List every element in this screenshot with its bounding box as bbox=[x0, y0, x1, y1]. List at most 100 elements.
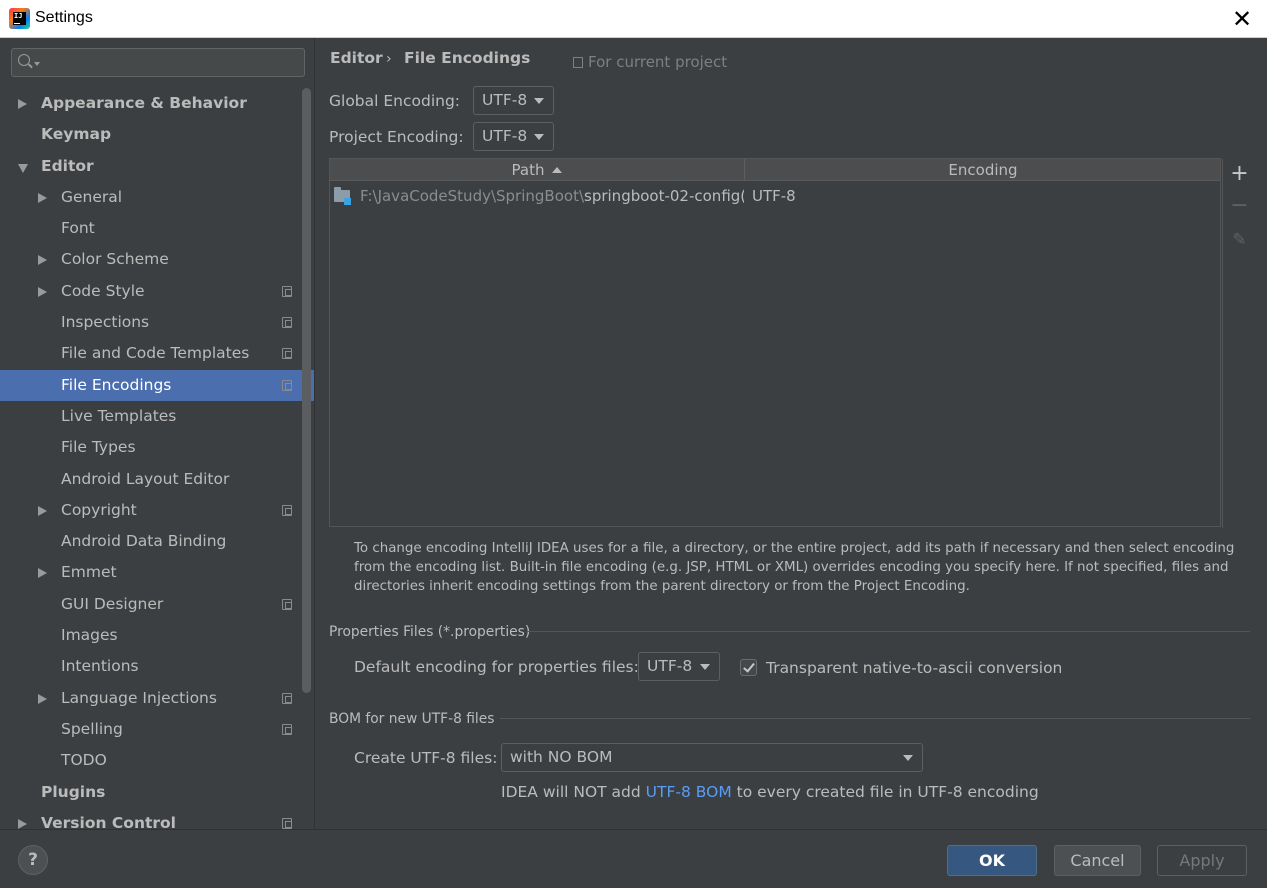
expanded-arrow-icon[interactable] bbox=[18, 163, 28, 173]
table-row[interactable]: F:\JavaCodeStudy\SpringBoot\springboot-0… bbox=[330, 183, 1220, 209]
sidebar-item-label: Editor bbox=[41, 156, 94, 175]
add-button[interactable]: + bbox=[1223, 159, 1256, 189]
sidebar-item-label: File Encodings bbox=[61, 375, 172, 394]
sidebar-item-spelling[interactable]: Spelling bbox=[0, 714, 314, 745]
sidebar-item-label: Spelling bbox=[61, 719, 123, 738]
sidebar-item-inspections[interactable]: Inspections bbox=[0, 307, 314, 338]
sidebar-item-color-scheme[interactable]: Color Scheme bbox=[0, 244, 314, 275]
default-properties-encoding-select[interactable]: UTF-8 bbox=[638, 652, 720, 681]
ok-button[interactable]: OK bbox=[947, 845, 1037, 876]
minus-icon: − bbox=[1230, 193, 1249, 218]
file-encodings-panel: Editor › File Encodings For current proj… bbox=[316, 38, 1267, 829]
global-encoding-value: UTF-8 bbox=[482, 91, 528, 109]
sort-ascending-icon bbox=[552, 167, 563, 173]
sidebar-item-images[interactable]: Images bbox=[0, 620, 314, 651]
chevron-down-icon bbox=[534, 98, 544, 104]
sidebar-item-editor[interactable]: Editor bbox=[0, 151, 314, 182]
sidebar-item-copyright[interactable]: Copyright bbox=[0, 495, 314, 526]
sidebar-item-label: Color Scheme bbox=[61, 250, 169, 269]
collapsed-arrow-icon[interactable] bbox=[18, 99, 27, 109]
sidebar-item-label: GUI Designer bbox=[61, 594, 164, 613]
sidebar-item-label: File and Code Templates bbox=[61, 344, 250, 363]
collapsed-arrow-icon[interactable] bbox=[38, 192, 47, 203]
plus-icon: + bbox=[1230, 161, 1249, 186]
sidebar-item-appearance-behavior[interactable]: Appearance & Behavior bbox=[0, 88, 314, 119]
sidebar-item-file-and-code-templates[interactable]: File and Code Templates bbox=[0, 338, 314, 369]
settings-sidebar: Appearance & Behavior Keymap Editor General… bbox=[0, 38, 315, 829]
apply-button[interactable]: Apply bbox=[1157, 845, 1247, 876]
close-button[interactable]: ✕ bbox=[1227, 4, 1257, 34]
chevron-down-icon bbox=[534, 134, 544, 140]
encoding-column-header[interactable]: Encoding bbox=[746, 159, 1220, 181]
sidebar-item-emmet[interactable]: Emmet bbox=[0, 557, 314, 588]
project-scope-icon bbox=[282, 692, 292, 704]
create-utf8-files-value: with NO BOM bbox=[510, 748, 613, 766]
path-column-label: Path bbox=[511, 161, 545, 179]
path-cell[interactable]: F:\JavaCodeStudy\SpringBoot\springboot-0… bbox=[360, 183, 744, 209]
sidebar-item-font[interactable]: Font bbox=[0, 213, 314, 244]
sidebar-scrollbar[interactable] bbox=[302, 88, 311, 693]
utf8-bom-link[interactable]: UTF-8 BOM bbox=[646, 783, 732, 801]
close-icon: ✕ bbox=[1231, 5, 1253, 33]
sidebar-item-label: Inspections bbox=[61, 313, 150, 332]
sidebar-item-live-templates[interactable]: Live Templates bbox=[0, 401, 314, 432]
project-scope-icon bbox=[282, 285, 292, 297]
transparent-conversion-label[interactable]: Transparent native-to-ascii conversion bbox=[766, 659, 1062, 677]
project-scope-icon bbox=[282, 504, 292, 516]
search-options-dropdown-icon[interactable] bbox=[34, 62, 40, 66]
sidebar-item-label: Android Layout Editor bbox=[61, 469, 230, 488]
collapsed-arrow-icon[interactable] bbox=[18, 818, 27, 829]
remove-button[interactable]: − bbox=[1223, 191, 1256, 221]
path-column-header[interactable]: Path bbox=[330, 159, 745, 181]
sidebar-item-intentions[interactable]: Intentions bbox=[0, 651, 314, 682]
project-scope-icon bbox=[573, 57, 583, 68]
breadcrumb-parent: Editor bbox=[330, 49, 383, 67]
edit-button[interactable]: ✎ bbox=[1223, 225, 1256, 255]
sidebar-item-android-layout-editor[interactable]: Android Layout Editor bbox=[0, 464, 314, 495]
sidebar-item-code-style[interactable]: Code Style bbox=[0, 276, 314, 307]
path-bright-part: springboot-02-config( bbox=[584, 187, 744, 205]
create-utf8-files-select[interactable]: with NO BOM bbox=[501, 743, 923, 772]
project-scope-icon bbox=[282, 598, 292, 610]
sidebar-item-general[interactable]: General bbox=[0, 182, 314, 213]
transparent-conversion-checkbox[interactable] bbox=[740, 659, 757, 676]
properties-group-divider bbox=[528, 631, 1250, 632]
create-utf8-files-label: Create UTF-8 files: bbox=[354, 749, 498, 767]
sidebar-item-file-encodings[interactable]: File Encodings bbox=[0, 369, 314, 401]
sidebar-item-language-injections[interactable]: Language Injections bbox=[0, 683, 314, 714]
sidebar-item-plugins[interactable]: Plugins bbox=[0, 777, 314, 808]
help-button[interactable]: ? bbox=[18, 845, 48, 875]
sidebar-item-android-data-binding[interactable]: Android Data Binding bbox=[0, 526, 314, 557]
search-input[interactable] bbox=[11, 48, 305, 77]
default-properties-encoding-value: UTF-8 bbox=[647, 657, 693, 675]
sidebar-item-todo[interactable]: TODO bbox=[0, 745, 314, 776]
collapsed-arrow-icon[interactable] bbox=[38, 286, 47, 297]
bom-note-suffix: to every created file in UTF-8 encoding bbox=[731, 783, 1039, 801]
collapsed-arrow-icon[interactable] bbox=[38, 693, 47, 704]
global-encoding-select[interactable]: UTF-8 bbox=[473, 86, 554, 115]
sidebar-item-file-types[interactable]: File Types bbox=[0, 432, 314, 463]
encoding-cell[interactable]: UTF-8 bbox=[752, 183, 796, 209]
bom-note: IDEA will NOT add UTF-8 BOM to every cre… bbox=[501, 783, 1039, 801]
intellij-idea-icon: IJ bbox=[9, 8, 30, 29]
breadcrumb-separator: › bbox=[386, 51, 392, 67]
project-scope-icon bbox=[282, 317, 292, 329]
properties-group-title: Properties Files (*.properties) bbox=[329, 624, 531, 640]
collapsed-arrow-icon[interactable] bbox=[38, 568, 47, 579]
search-icon bbox=[18, 54, 30, 66]
for-current-project-label: For current project bbox=[588, 53, 728, 71]
table-toolbar: + − ✎ bbox=[1222, 159, 1258, 528]
sidebar-item-keymap[interactable]: Keymap bbox=[0, 119, 314, 150]
sidebar-item-gui-designer[interactable]: GUI Designer bbox=[0, 589, 314, 620]
collapsed-arrow-icon[interactable] bbox=[38, 255, 47, 266]
for-current-project-note: For current project bbox=[573, 53, 727, 71]
sidebar-item-label: Font bbox=[61, 219, 95, 238]
chevron-down-icon bbox=[903, 755, 913, 761]
collapsed-arrow-icon[interactable] bbox=[38, 505, 47, 516]
window-title: Settings bbox=[35, 9, 93, 26]
sidebar-item-version-control[interactable]: Version Control bbox=[0, 808, 314, 829]
cancel-button[interactable]: Cancel bbox=[1054, 845, 1141, 876]
module-folder-icon bbox=[334, 187, 351, 205]
dialog-footer: ? OK Cancel Apply bbox=[0, 829, 1267, 888]
project-encoding-select[interactable]: UTF-8 bbox=[473, 122, 554, 151]
